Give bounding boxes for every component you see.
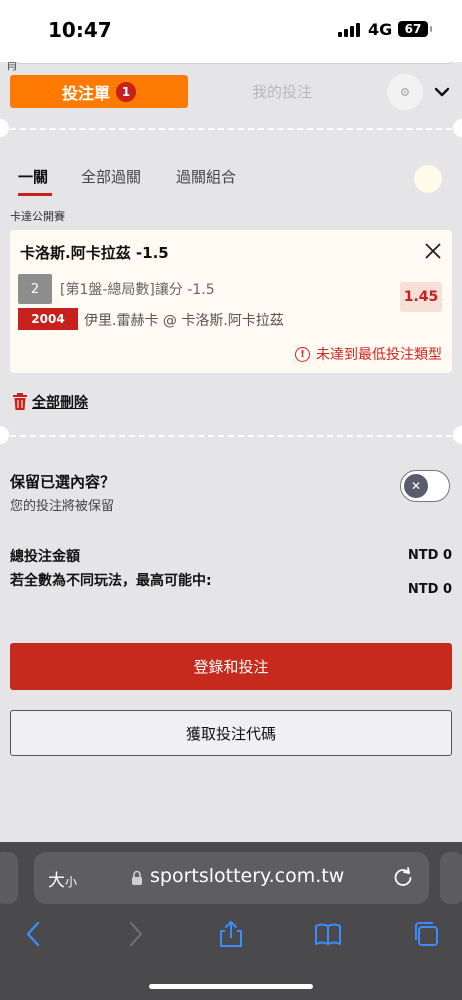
settings-button[interactable]	[387, 74, 423, 110]
max-win-label: 若全數為不同玩法，最高可能中:	[10, 573, 212, 589]
alert-icon: !	[295, 346, 310, 362]
max-win-value: NTD 0	[407, 582, 452, 597]
battery-cap	[430, 26, 432, 32]
quick-bet-toggle[interactable]	[414, 165, 442, 193]
delete-all-label: 全部刪除	[32, 395, 88, 411]
close-icon[interactable]	[424, 242, 442, 260]
bookmarks-icon[interactable]	[314, 920, 342, 948]
url-text: sportslottery.com.tw	[150, 865, 345, 887]
selection-card: 卡洛斯.阿卡拉茲 -1.5 2 [第1盤-總局數]讓分 -1.5 1.45 20…	[10, 230, 452, 373]
text-size-big: 大	[48, 871, 65, 891]
selection-title: 卡洛斯.阿卡拉茲 -1.5	[20, 244, 169, 262]
tab-betslip[interactable]: 投注單 1	[10, 75, 188, 108]
share-icon[interactable]	[217, 920, 245, 948]
league-name: 卡達公開賽	[10, 210, 65, 223]
total-stake-value: NTD 0	[407, 548, 452, 563]
battery-icon: 67	[398, 21, 428, 37]
betslip-count-badge: 1	[116, 81, 136, 102]
min-bet-warning: ! 未達到最低投注類型	[295, 344, 442, 364]
tab-parlay-combo[interactable]: 過關組合	[176, 166, 236, 187]
get-bet-code-button[interactable]: 獲取投注代碼	[10, 710, 452, 756]
status-time: 10:47	[48, 18, 112, 42]
page-edge-text: 肖	[6, 62, 19, 72]
next-tab-preview[interactable]	[440, 852, 462, 904]
forward-icon[interactable]	[121, 920, 149, 948]
toggle-off-icon: ✕	[404, 474, 428, 498]
text-size-small: 小	[65, 875, 78, 889]
match-teams: 伊里.雷赫卡 @ 卡洛斯.阿卡拉茲	[84, 313, 284, 329]
ticket-notch	[453, 119, 462, 137]
gear-icon	[401, 88, 409, 96]
market-description: [第1盤-總局數]讓分 -1.5	[60, 282, 215, 298]
home-indicator	[149, 984, 313, 989]
back-icon[interactable]	[20, 920, 48, 948]
browser-toolbar: 大小 sportslottery.com.tw	[0, 842, 462, 1000]
warning-text: 未達到最低投注類型	[316, 347, 442, 363]
text-size-button[interactable]: 大小	[48, 866, 77, 891]
tab-betslip-label: 投注單	[61, 83, 110, 103]
address-bar[interactable]: 大小 sportslottery.com.tw	[34, 852, 429, 904]
keep-selections-subtitle: 您的投注將被保留	[10, 499, 115, 514]
active-tab-indicator	[18, 193, 52, 196]
total-stake-label: 總投注金額	[10, 549, 80, 565]
tab-all-parlay[interactable]: 全部過關	[81, 166, 141, 187]
delete-all-button[interactable]: 全部刪除	[12, 392, 88, 412]
chevron-down-icon[interactable]	[432, 82, 452, 102]
login-and-bet-button[interactable]: 登錄和投注	[10, 643, 452, 690]
ticket-notch	[0, 119, 9, 137]
network-type: 4G	[368, 20, 393, 39]
trash-icon	[13, 393, 27, 410]
dashed-divider	[0, 435, 462, 437]
page-edge	[14, 62, 454, 64]
status-bar: 10:47 4G 67	[0, 0, 462, 62]
ticket-notch	[453, 426, 462, 444]
lock-icon	[132, 870, 142, 885]
tab-single[interactable]: 一關	[18, 166, 48, 187]
keep-selections-toggle[interactable]: ✕	[400, 470, 450, 502]
cellular-signal-icon	[338, 23, 360, 37]
ticket-notch	[0, 426, 9, 444]
tabs-icon[interactable]	[412, 920, 440, 948]
reload-icon[interactable]	[392, 866, 414, 888]
match-code-badge: 2004	[18, 308, 78, 330]
dashed-divider	[0, 128, 462, 130]
previous-tab-preview[interactable]	[0, 852, 18, 904]
tab-my-bets[interactable]: 我的投注	[200, 75, 364, 108]
odds-value: 1.45	[400, 282, 442, 312]
betslip-sheet: 肖 投注單 1 我的投注 一關 全部過關 過關組合 卡達公開賽 卡洛斯.阿卡拉茲…	[0, 62, 462, 842]
selection-number-badge: 2	[18, 274, 52, 304]
keep-selections-title: 保留已選內容？	[10, 473, 116, 491]
